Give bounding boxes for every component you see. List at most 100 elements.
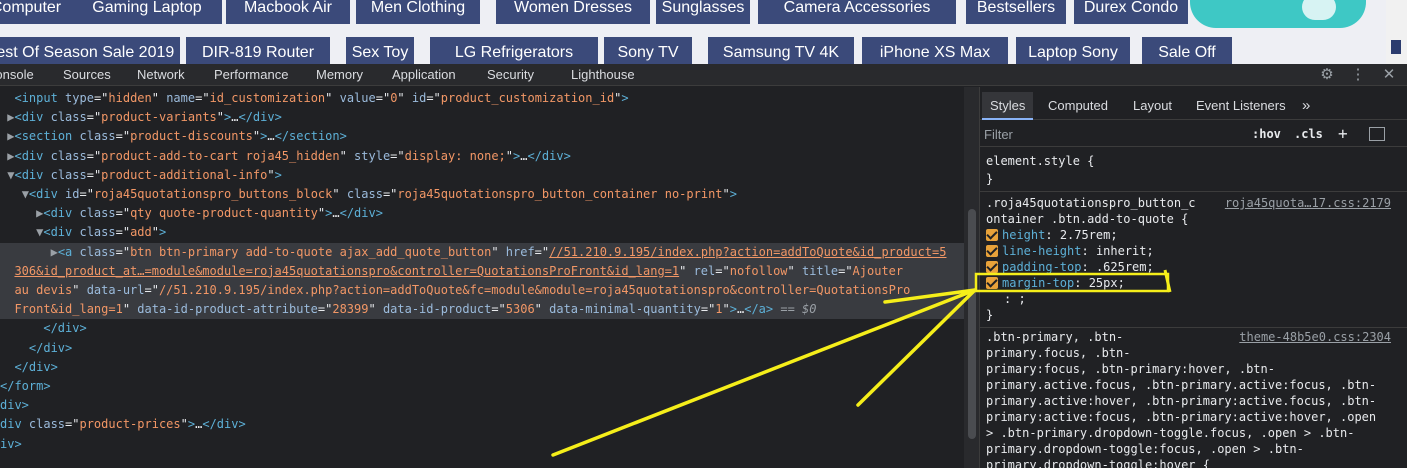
property-checkbox[interactable] (986, 229, 998, 241)
close-icon[interactable]: ✕ (1380, 66, 1398, 84)
more-tabs-icon[interactable]: » (1302, 92, 1310, 120)
tab-event-listeners[interactable]: Event Listeners (1196, 92, 1286, 120)
elements-scrollbar-thumb[interactable] (968, 209, 976, 439)
property-checkbox[interactable] (986, 277, 998, 289)
tab-memory[interactable]: Memory (316, 64, 363, 86)
rule2-selector-line[interactable]: primary.active:hover, .btn-primary:activ… (986, 393, 1376, 409)
property-row[interactable]: margin-top: 25px; (986, 275, 1125, 291)
dom-node[interactable]: ▶<div class="product-add-to-cart roja45_… (0, 147, 964, 166)
tab-security[interactable]: Security (487, 64, 534, 86)
gear-icon[interactable]: ⚙ (1318, 66, 1336, 84)
new-property-editor[interactable]: : ; (1004, 291, 1026, 307)
property-row[interactable]: padding-top: .625rem; (986, 259, 1154, 275)
rule2-selector-line[interactable]: primary.dropdown-toggle:focus, .open > .… (986, 441, 1304, 457)
page-scrollbar[interactable] (1386, 0, 1407, 64)
page-scrollbar-thumb[interactable] (1391, 40, 1401, 54)
property-row[interactable]: line-height: inherit; (986, 243, 1154, 259)
category-link[interactable]: Camera Accessories (758, 0, 956, 24)
dom-node-selected[interactable]: ▶<a class="btn btn-primary add-to-quote … (0, 242, 964, 262)
property-value[interactable]: .625rem; (1096, 260, 1154, 274)
category-link[interactable]: Sony TV (604, 37, 692, 64)
hov-toggle-button[interactable]: :hov (1252, 124, 1281, 144)
dom-node[interactable]: iv> (0, 435, 964, 454)
property-name[interactable]: padding-top (1002, 260, 1081, 274)
dom-node[interactable]: </div> (0, 319, 964, 338)
dom-node[interactable]: ▶<div class="product-variants">…</div> (0, 108, 964, 127)
dom-node-selected[interactable]: 306&id_product_at…=module&module=roja45q… (0, 261, 964, 281)
rule2-selector-line[interactable]: primary.dropdown-toggle:hover { (986, 457, 1210, 468)
category-link[interactable]: iPhone XS Max (862, 37, 1008, 64)
expand-right-icon[interactable]: ▶ (51, 245, 58, 259)
property-name[interactable]: height (1002, 228, 1045, 242)
dom-node[interactable]: ▼<div class="product-additional-info"> (0, 166, 964, 185)
dom-node[interactable]: ▼<div class="add"> (0, 223, 964, 242)
dom-node[interactable]: </form> (0, 377, 964, 396)
rule1-source-link[interactable]: roja45quota…17.css:2179 (1225, 195, 1391, 211)
dom-node[interactable]: ▼<div id="roja45quotationspro_buttons_bl… (0, 185, 964, 204)
category-link[interactable]: Gaming Laptop (72, 0, 222, 24)
expand-down-icon[interactable]: ▼ (22, 187, 29, 201)
element-style-selector[interactable]: element.style { (986, 153, 1094, 169)
category-link[interactable]: Best Of Season Sale 2019 (0, 37, 180, 64)
rule2-selector-line[interactable]: primary.focus, .btn- (986, 345, 1131, 361)
property-checkbox[interactable] (986, 261, 998, 273)
tab-lighthouse[interactable]: Lighthouse (571, 64, 635, 86)
category-link[interactable]: Bestsellers (966, 0, 1066, 24)
category-link[interactable]: Laptop Sony (1016, 37, 1130, 64)
dom-token-link[interactable]: 306&id_product_at…=module&module=roja45q… (14, 264, 679, 278)
tab-network[interactable]: Network (137, 64, 185, 86)
tab-console[interactable]: Console (0, 64, 34, 86)
tab-application[interactable]: Application (392, 64, 456, 86)
rule1-selector-line1[interactable]: .roja45quotationspro_button_c (986, 195, 1196, 211)
property-value[interactable]: 2.75rem; (1060, 228, 1118, 242)
dom-node[interactable]: div class="product-prices">…</div> (0, 415, 964, 434)
rule2-selector-line[interactable]: .btn-primary, .btn- (986, 329, 1123, 345)
cls-toggle-button[interactable]: .cls (1294, 124, 1323, 144)
category-link[interactable]: Macbook Air (226, 0, 350, 24)
tab-sources[interactable]: Sources (63, 64, 111, 86)
tab-layout[interactable]: Layout (1133, 92, 1172, 120)
rule2-selector-line[interactable]: primary:focus, .btn-primary:hover, .btn- (986, 361, 1275, 377)
rule2-selector-line[interactable]: primary.active.focus, .btn-primary.activ… (986, 377, 1376, 393)
dom-node[interactable]: ▶<div class="qty quote-product-quantity"… (0, 204, 964, 223)
property-name[interactable]: line-height (1002, 244, 1081, 258)
rule2-selector-line[interactable]: > .btn-primary.dropdown-toggle.focus, .o… (986, 425, 1354, 441)
styles-filter-input[interactable] (984, 124, 1234, 144)
property-value[interactable]: inherit; (1096, 244, 1154, 258)
category-link[interactable]: Women Dresses (496, 0, 650, 24)
rule2-selector-line[interactable]: primary:active:focus, .btn-primary:activ… (986, 409, 1376, 425)
property-row[interactable]: height: 2.75rem; (986, 227, 1118, 243)
tab-styles[interactable]: Styles (982, 92, 1034, 120)
category-link[interactable]: Samsung TV 4K (708, 37, 854, 64)
category-link[interactable]: Durex Condo (1074, 0, 1188, 24)
dom-token-link[interactable]: //51.210.9.195/index.php?action=addToQuo… (549, 245, 946, 259)
dom-node[interactable]: </div> (0, 358, 964, 377)
property-checkbox[interactable] (986, 245, 998, 257)
tab-performance[interactable]: Performance (214, 64, 288, 86)
elements-dom-tree[interactable]: <input type="hidden" name="id_customizat… (0, 87, 964, 468)
kebab-menu-icon[interactable]: ⋮ (1349, 66, 1367, 84)
property-value[interactable]: 25px; (1089, 276, 1125, 290)
rule1-selector-line2[interactable]: ontainer .btn.add-to-quote { (986, 211, 1188, 227)
new-style-rule-icon[interactable]: + (1338, 124, 1348, 144)
rule2-source-link[interactable]: theme-48b5e0.css:2304 (1239, 329, 1391, 345)
dom-token-attr: class (50, 148, 87, 163)
dom-node-selected[interactable]: Front&id_lang=1" data-id-product-attribu… (0, 300, 964, 320)
category-link[interactable]: Sunglasses (656, 0, 750, 24)
category-link[interactable]: Men Clothing (356, 0, 480, 24)
category-link[interactable]: Sex Toy (346, 37, 414, 64)
category-link[interactable]: Sale Off (1142, 37, 1232, 64)
category-link[interactable]: Computer (0, 0, 72, 24)
tab-computed[interactable]: Computed (1048, 92, 1108, 120)
dom-node[interactable]: </div> (0, 339, 964, 358)
category-link[interactable]: DIR-819 Router (186, 37, 330, 64)
dom-node[interactable]: ▶<section class="product-discounts">…</s… (0, 127, 964, 146)
dom-node[interactable]: div> (0, 396, 964, 415)
dom-node-selected[interactable]: au devis" data-url="//51.210.9.195/index… (0, 281, 964, 300)
toggle-sidebar-icon[interactable] (1369, 127, 1385, 141)
dom-node[interactable]: <input type="hidden" name="id_customizat… (0, 89, 964, 108)
chat-widget-button[interactable] (1190, 0, 1366, 28)
property-name[interactable]: margin-top (1002, 276, 1074, 290)
category-link[interactable]: LG Refrigerators (430, 37, 598, 64)
